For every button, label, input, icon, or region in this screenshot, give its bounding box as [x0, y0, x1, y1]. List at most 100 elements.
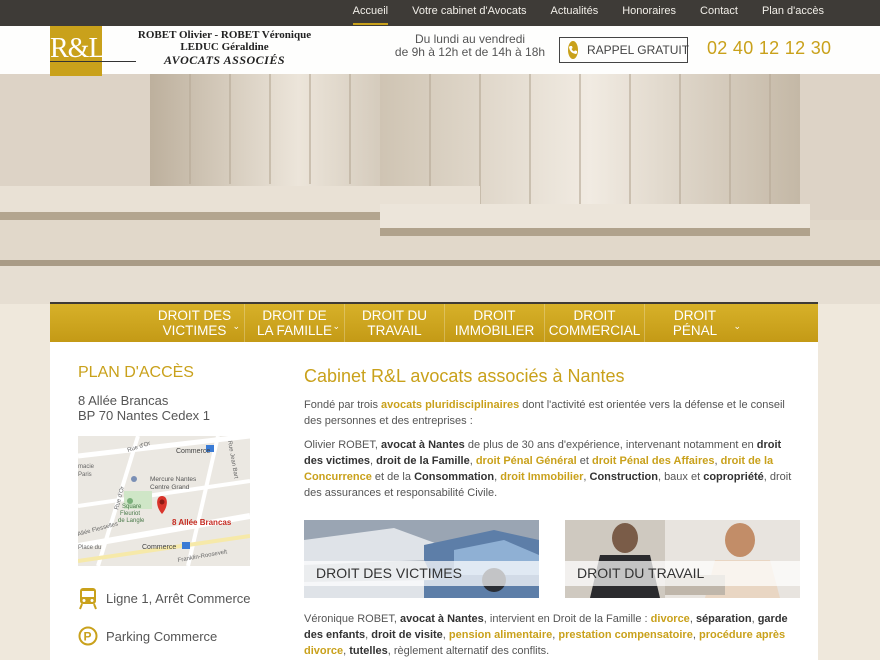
- address-line-2: BP 70 Nantes Cedex 1: [78, 408, 211, 423]
- sidebar-title: PLAN D'ACCÈS: [78, 364, 194, 381]
- columns-photo: [0, 74, 880, 304]
- location-map[interactable]: Commerce Rue d'Or Mercure Nantes Centre …: [78, 436, 250, 566]
- address: 8 Allée Brancas BP 70 Nantes Cedex 1: [78, 393, 210, 423]
- firm-names: ROBET Olivier - ROBET Véronique LEDUC Gé…: [132, 29, 317, 53]
- menu-droit-travail[interactable]: DROIT DU TRAVAIL: [345, 304, 445, 342]
- firm-line-1: ROBET Olivier - ROBET Véronique: [137, 29, 312, 41]
- nav-plan-acces[interactable]: Plan d'accès: [762, 0, 824, 26]
- logo-underline: [50, 61, 136, 62]
- link-droit-immobilier[interactable]: droit Immobilier: [500, 471, 583, 483]
- map-label-place: Place du: [78, 545, 101, 551]
- bold-text: droit de visite: [371, 629, 443, 641]
- intro-paragraph: Fondé par trois avocats pluridisciplinai…: [304, 397, 794, 429]
- map-label-square-2: Fleuriot: [120, 511, 140, 517]
- bold-text: droit de la Famille: [376, 455, 470, 467]
- map-label-commerce: Commerce: [176, 448, 210, 455]
- link-droit-penal-affaires[interactable]: droit Pénal des Affaires: [592, 455, 714, 467]
- text: , règlement alternatif des conflits.: [387, 645, 550, 657]
- text: de plus de 30 ans d'expérience, interven…: [464, 439, 757, 451]
- map-label-paris: Paris: [78, 472, 92, 478]
- menu-label-line1: DROIT DE: [262, 308, 327, 323]
- firm-line-2: LEDUC Géraldine: [180, 41, 269, 53]
- bold-text: tutelles: [349, 645, 388, 657]
- text: Véronique ROBET,: [304, 613, 400, 625]
- callback-button[interactable]: RAPPEL GRATUIT: [559, 37, 690, 63]
- nav-actualites[interactable]: Actualités: [551, 0, 599, 26]
- card-caption: DROIT DES VICTIMES: [304, 561, 539, 586]
- menu-label-line2: TRAVAIL: [367, 323, 422, 338]
- bold-text: avocat à Nantes: [400, 613, 484, 625]
- card-droit-victimes[interactable]: DROIT DES VICTIMES: [304, 520, 539, 598]
- map-label-square-1: Square: [122, 504, 142, 510]
- map-label-commerce-2: Commerce: [142, 544, 176, 551]
- menu-label-line1: DROIT DES: [157, 308, 232, 323]
- link-avocats-pluridisciplinaires[interactable]: avocats pluridisciplinaires: [381, 399, 519, 411]
- bold-text: séparation: [695, 613, 752, 625]
- text: Fondé par trois: [304, 399, 382, 411]
- page-title: Cabinet R&L avocats associés à Nantes: [304, 366, 625, 386]
- link-pension-alimentaire[interactable]: pension alimentaire: [449, 629, 552, 641]
- veronique-paragraph: Véronique ROBET, avocat à Nantes, interv…: [304, 611, 794, 659]
- menu-droit-victimes[interactable]: DROIT DES VICTIMES ⌄: [145, 304, 245, 342]
- callback-label: RAPPEL GRATUIT: [587, 43, 690, 57]
- bold-text: Construction: [589, 471, 658, 483]
- bold-text: copropriété: [703, 471, 764, 483]
- olivier-paragraph: Olivier ROBET, avocat à Nantes de plus d…: [304, 437, 794, 501]
- menu-label-line1: DROIT DU: [361, 308, 427, 323]
- link-droit-penal-general[interactable]: droit Pénal Général: [476, 455, 577, 467]
- bold-text: avocat à Nantes: [381, 439, 465, 451]
- text: , baux et: [657, 471, 704, 483]
- car-accident-photo: [304, 520, 539, 598]
- transport-parking: P Parking Commerce: [78, 624, 217, 648]
- tram-label: Ligne 1, Arrêt Commerce: [106, 590, 251, 606]
- chevron-down-icon: ⌄: [332, 321, 340, 331]
- parking-icon: P: [78, 624, 98, 648]
- link-prestation-compensatoire[interactable]: prestation compensatoire: [558, 629, 692, 641]
- chevron-down-icon: ⌄: [733, 321, 741, 331]
- map-label-square-3: de Langle: [118, 518, 145, 524]
- svg-text:P: P: [84, 630, 92, 644]
- phone-number[interactable]: 02 40 12 12 30: [707, 38, 831, 59]
- transport-tram: Ligne 1, Arrêt Commerce: [78, 586, 251, 610]
- nav-accueil[interactable]: Accueil: [352, 0, 389, 26]
- map-pin-label: 8 Allée Brancas: [172, 518, 232, 527]
- map-label-hotel-2: Centre Grand: [150, 484, 190, 491]
- nav-contact[interactable]: Contact: [700, 0, 738, 26]
- text: Olivier ROBET,: [304, 439, 382, 451]
- parking-label: Parking Commerce: [106, 628, 218, 644]
- menu-label-line2: IMMOBILIER: [454, 323, 535, 338]
- nav-cabinet[interactable]: Votre cabinet d'Avocats: [412, 0, 526, 26]
- card-caption: DROIT DU TRAVAIL: [565, 561, 800, 586]
- hero-banner: [0, 74, 880, 304]
- menu-droit-immobilier[interactable]: DROIT IMMOBILIER: [445, 304, 545, 342]
- nav-honoraires[interactable]: Honoraires: [622, 0, 676, 26]
- bold-text: Consommation: [414, 471, 495, 483]
- menu-label-line1: DROIT: [573, 308, 616, 323]
- hours-line-2: de 9h à 12h et de 14h à 18h: [394, 45, 546, 59]
- menu-label-line1: DROIT: [674, 308, 716, 323]
- address-line-1: 8 Allée Brancas: [78, 393, 169, 408]
- chevron-down-icon: ⌄: [232, 321, 240, 331]
- office-people-photo: [565, 520, 800, 598]
- menu-label-line1: DROIT: [473, 308, 516, 323]
- logo[interactable]: R&L: [50, 26, 106, 76]
- phone-icon: [568, 41, 578, 59]
- menu-label-line2: PÉNAL: [672, 323, 718, 338]
- map-label-pharmacie: macie: [78, 464, 95, 470]
- menu-droit-commercial[interactable]: DROIT COMMERCIAL: [545, 304, 645, 342]
- link-divorce[interactable]: divorce: [651, 613, 690, 625]
- menu-droit-famille[interactable]: DROIT DE LA FAMILLE ⌄: [245, 304, 345, 342]
- top-navigation: Accueil Votre cabinet d'Avocats Actualit…: [0, 0, 880, 26]
- card-droit-travail[interactable]: DROIT DU TRAVAIL: [565, 520, 800, 598]
- menu-label-line2: VICTIMES: [162, 323, 227, 338]
- menu-label-line2: COMMERCIAL: [548, 323, 641, 338]
- menu-droit-penal[interactable]: DROIT PÉNAL ⌄: [645, 304, 745, 342]
- map-label-hotel-1: Mercure Nantes: [150, 476, 197, 483]
- text: , intervient en Droit de la Famille :: [483, 613, 651, 625]
- text: et: [576, 455, 592, 467]
- opening-hours: Du lundi au vendredi de 9h à 12h et de 1…: [390, 33, 550, 59]
- practice-areas-menu: DROIT DES VICTIMES ⌄ DROIT DE LA FAMILLE ⌄…: [50, 302, 818, 342]
- text: et de la: [371, 471, 415, 483]
- tram-icon: [78, 586, 98, 610]
- firm-tagline: AVOCATS ASSOCIÉS: [163, 53, 286, 67]
